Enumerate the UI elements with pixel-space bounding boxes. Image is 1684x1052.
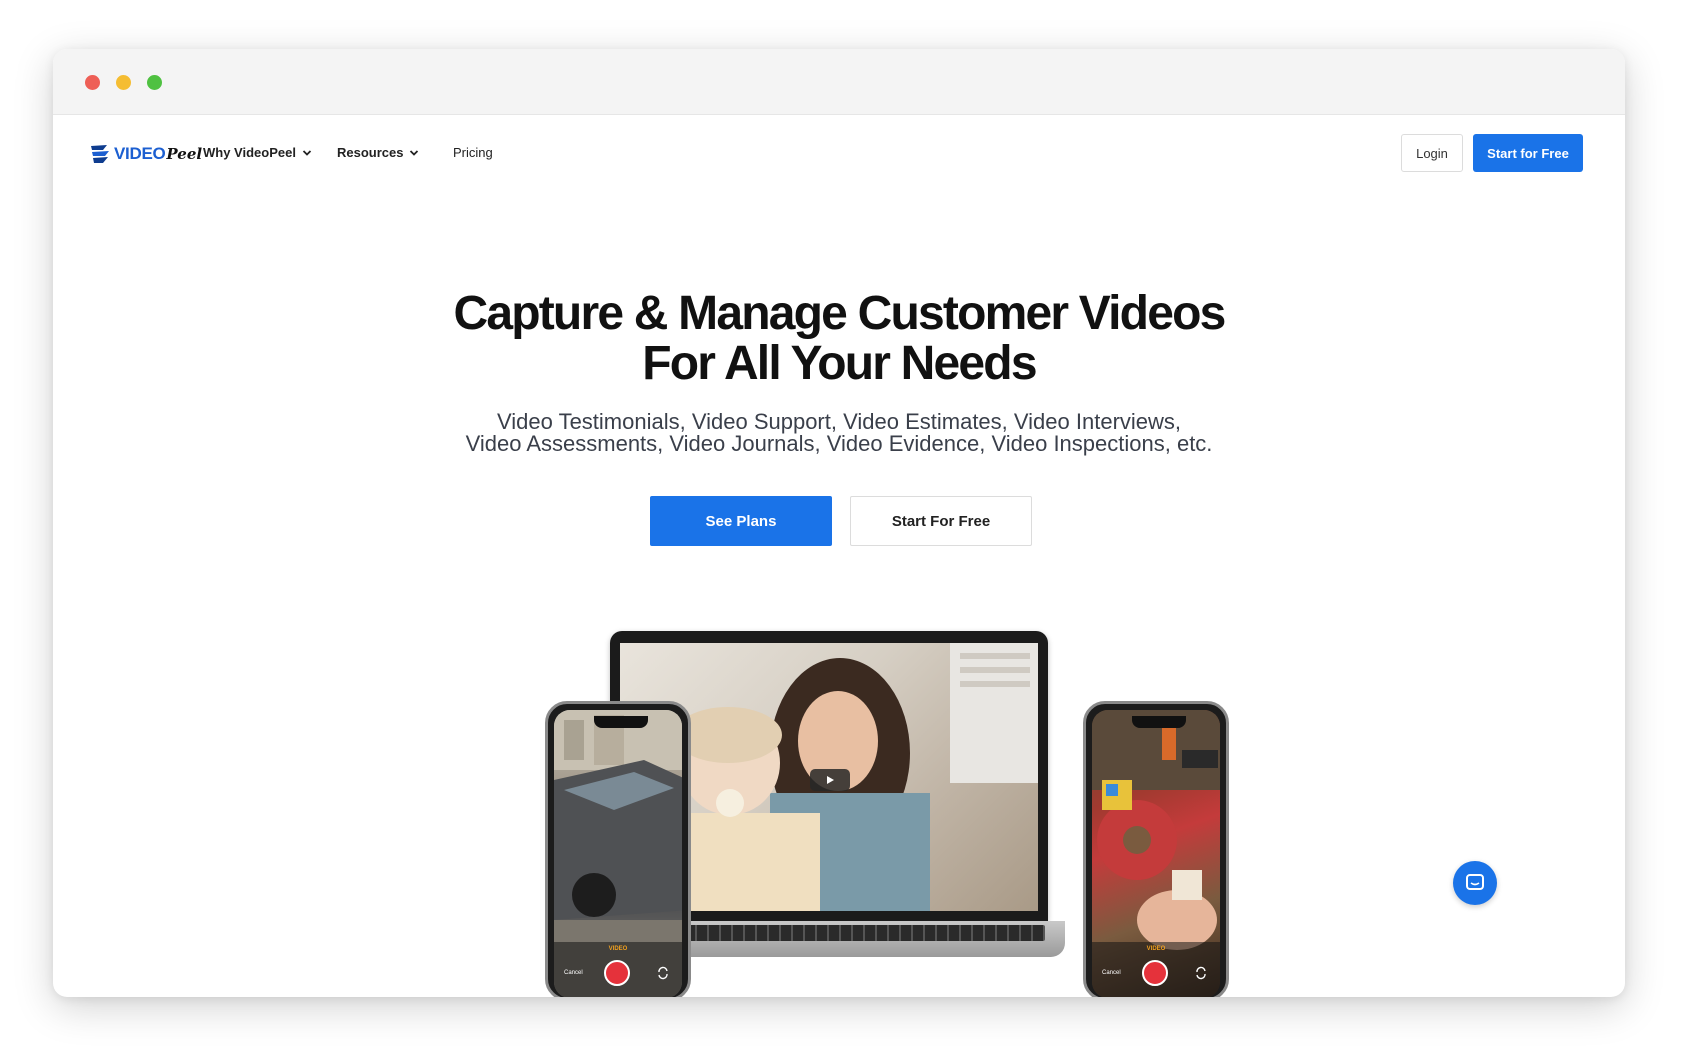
recording-cancel[interactable]: Cancel (564, 970, 583, 976)
browser-window: VIDEO Peel Why VideoPeel Resources Prici… (53, 49, 1625, 997)
recording-controls: VIDEO Cancel (554, 942, 682, 997)
phone-notch (1132, 716, 1186, 728)
login-button[interactable]: Login (1401, 134, 1463, 172)
see-plans-button[interactable]: See Plans (650, 496, 832, 546)
nav-resources[interactable]: Resources (337, 145, 419, 160)
hero-subtitle: Video Testimonials, Video Support, Video… (53, 411, 1625, 455)
phone-right: VIDEO Cancel (1083, 701, 1229, 997)
nav-pricing[interactable]: Pricing (453, 145, 493, 160)
recording-mode-label: VIDEO (1146, 946, 1166, 952)
minimize-window-button[interactable] (116, 75, 131, 90)
hero-title: Capture & Manage Customer Videos For All… (53, 289, 1625, 389)
nav-resources-label: Resources (337, 145, 404, 160)
chat-icon (1466, 874, 1484, 890)
hero-title-line-1: Capture & Manage Customer Videos (453, 287, 1226, 340)
phone-left: VIDEO Cancel (545, 701, 691, 997)
play-button[interactable] (810, 769, 850, 791)
start-for-free-button[interactable]: Start For Free (850, 496, 1032, 546)
nav-pricing-label: Pricing (453, 145, 493, 160)
recording-controls: VIDEO Cancel (1092, 942, 1220, 997)
nav-why-videopeel[interactable]: Why VideoPeel (203, 145, 312, 160)
nav-why-videopeel-label: Why VideoPeel (203, 145, 296, 160)
videopeel-logo-icon (91, 145, 109, 163)
chat-launcher-button[interactable] (1453, 861, 1497, 905)
site-header: VIDEO Peel Why VideoPeel Resources Prici… (53, 115, 1625, 190)
maximize-window-button[interactable] (147, 75, 162, 90)
site-logo[interactable]: VIDEO Peel (89, 141, 202, 167)
hero-title-line-2: For All Your Needs (642, 337, 1037, 390)
screenshot-stage: VIDEO Peel Why VideoPeel Resources Prici… (0, 0, 1684, 1052)
recording-cancel[interactable]: Cancel (1102, 970, 1121, 976)
hero-subtitle-line-2: Video Assessments, Video Journals, Video… (465, 431, 1213, 456)
phone-notch (594, 716, 648, 728)
record-icon[interactable] (604, 960, 630, 986)
logo-script-text: Peel (166, 145, 203, 163)
chevron-down-icon (410, 149, 419, 156)
logo-text: VIDEO (114, 144, 166, 163)
devices-illustration: VIDEO Cancel VIDEO Cancel (493, 631, 1233, 997)
recording-mode-label: VIDEO (608, 946, 628, 952)
close-window-button[interactable] (85, 75, 100, 90)
camera-flip-icon[interactable] (1194, 966, 1208, 980)
record-icon[interactable] (1142, 960, 1168, 986)
phone-left-screen: VIDEO Cancel (554, 710, 682, 997)
chevron-down-icon (302, 149, 312, 156)
window-titlebar (53, 49, 1625, 115)
start-for-free-nav-button[interactable]: Start for Free (1473, 134, 1583, 172)
play-icon (827, 776, 834, 784)
camera-flip-icon[interactable] (656, 966, 670, 980)
hero-subtitle-line-1: Video Testimonials, Video Support, Video… (496, 409, 1182, 434)
phone-right-screen: VIDEO Cancel (1092, 710, 1220, 997)
